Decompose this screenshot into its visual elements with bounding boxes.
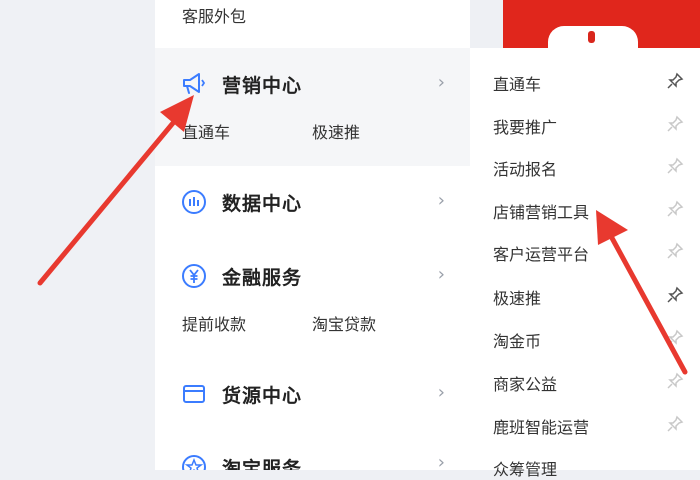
pin-icon[interactable] (666, 157, 684, 175)
section-title: 数据中心 (222, 192, 303, 215)
chevron-right-icon: › (437, 72, 445, 93)
main-menu: 客服外包 营销中心 › 直通车 极速推 数据中心 › 金融服务 › 提前收款 淘… (155, 0, 470, 470)
left-gutter (0, 0, 155, 470)
link-early-payment[interactable]: 提前收款 (182, 311, 246, 335)
yuan-icon (180, 262, 208, 290)
section-taobao-services: 淘宝服务 › (155, 428, 470, 470)
menu-item-customer-service-outsourcing[interactable]: 客服外包 (182, 3, 246, 27)
section-header[interactable]: 货源中心 (180, 379, 302, 409)
banner-dot (588, 31, 595, 43)
submenu-item-merchant-charity[interactable]: 商家公益 (493, 371, 557, 395)
data-chart-icon (180, 188, 208, 216)
section-header[interactable]: 淘宝服务 (180, 452, 302, 470)
submenu-item-jisutui[interactable]: 极速推 (493, 285, 541, 309)
submenu-item-luban-smart-ops[interactable]: 鹿班智能运营 (493, 414, 589, 438)
link-jisutui[interactable]: 极速推 (312, 119, 360, 143)
pin-icon[interactable] (666, 286, 684, 304)
chevron-right-icon: › (437, 190, 445, 211)
chevron-right-icon: › (437, 264, 445, 285)
pin-icon[interactable] (666, 372, 684, 390)
section-header[interactable]: 金融服务 (180, 261, 302, 291)
submenu-item-store-marketing-tools[interactable]: 店铺营销工具 (493, 199, 589, 223)
link-zhitongche[interactable]: 直通车 (182, 119, 230, 143)
pin-icon[interactable] (666, 329, 684, 347)
section-supply-center: 货源中心 › (155, 356, 470, 428)
card-icon (180, 380, 208, 408)
pin-icon[interactable] (666, 200, 684, 218)
megaphone-icon (180, 70, 208, 98)
pin-icon[interactable] (666, 72, 684, 90)
chevron-right-icon: › (437, 382, 445, 403)
section-title: 营销中心 (222, 74, 303, 97)
section-header[interactable]: 数据中心 (180, 187, 302, 217)
submenu-marketing: 直通车 我要推广 活动报名 店铺营销工具 客户运营平台 极速推 淘金币 商家公益… (470, 48, 700, 479)
submenu-item-activity-signup[interactable]: 活动报名 (493, 156, 557, 180)
section-header[interactable]: 营销中心 (180, 69, 302, 99)
section-title: 货源中心 (222, 384, 303, 407)
submenu-item-taojinbi[interactable]: 淘金币 (493, 328, 541, 352)
section-title: 金融服务 (222, 266, 303, 289)
section-finance-services: 金融服务 › 提前收款 淘宝贷款 (155, 238, 470, 356)
pin-icon[interactable] (666, 115, 684, 133)
submenu-item-zhitongche[interactable]: 直通车 (493, 71, 541, 95)
pin-icon[interactable] (666, 242, 684, 260)
section-title: 淘宝服务 (222, 457, 303, 471)
section-marketing-center: 营销中心 › 直通车 极速推 (155, 48, 470, 166)
submenu-item-crowdfunding[interactable]: 众筹管理 (493, 456, 557, 480)
submenu-item-promote[interactable]: 我要推广 (493, 114, 557, 138)
link-taobao-loan[interactable]: 淘宝贷款 (312, 311, 376, 335)
chevron-right-icon: › (437, 452, 445, 470)
pin-icon[interactable] (666, 415, 684, 433)
star-icon (180, 453, 208, 470)
section-data-center: 数据中心 › (155, 166, 470, 238)
submenu-item-customer-operations[interactable]: 客户运营平台 (493, 241, 589, 265)
